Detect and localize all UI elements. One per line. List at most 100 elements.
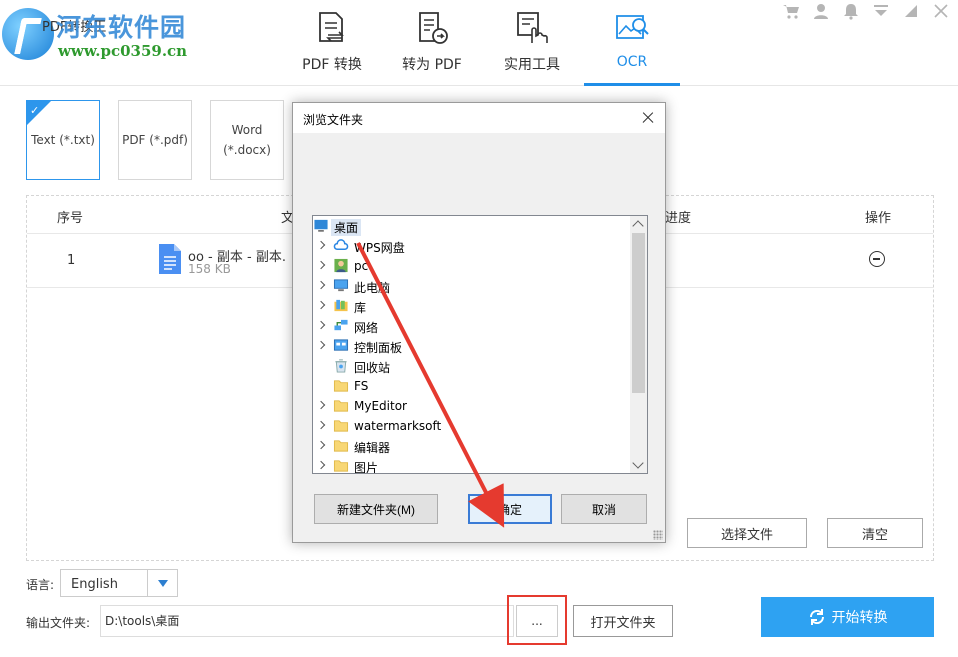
recycle-bin-icon [335,359,347,373]
tree-item[interactable]: watermarksoft [313,416,631,436]
chevron-down-icon[interactable] [147,570,177,596]
remove-icon[interactable] [869,251,885,267]
tree-item[interactable]: 桌面 [313,216,631,236]
start-convert-button[interactable]: 开始转换 [761,597,934,637]
scroll-thumb[interactable] [632,233,645,393]
tree-item[interactable]: 编辑器 [313,436,631,456]
dropdown-menu-icon[interactable] [872,2,890,20]
tree-item-label: 图片 [354,461,379,474]
cancel-button[interactable]: 取消 [561,494,647,524]
tree-item[interactable]: 库 [313,296,631,316]
language-value: English [71,577,118,592]
cloud-icon [333,239,349,250]
chevron-right-icon[interactable] [316,460,326,470]
start-label: 开始转换 [831,610,888,626]
folder-icon [333,440,349,452]
tree-item-label: 此电脑 [354,281,391,295]
select-file-button[interactable]: 选择文件 [687,518,807,548]
tree-item-label: 回收站 [354,361,391,375]
user-icon [334,258,348,273]
tree-item-label: 库 [354,301,367,315]
close-icon[interactable] [932,2,950,20]
chevron-right-icon[interactable] [316,280,326,290]
tree-item-label: WPS网盘 [354,241,405,255]
tools-hand-icon [517,12,548,43]
chevron-right-icon[interactable] [316,440,326,450]
chevron-right-icon[interactable] [316,260,326,270]
resize-grip-icon[interactable] [653,530,663,540]
tree-item[interactable]: WPS网盘 [313,236,631,256]
network-icon [334,319,348,331]
tree-item[interactable]: MyEditor [313,396,631,416]
minimize-icon[interactable] [902,2,920,20]
cart-icon[interactable] [782,2,800,20]
format-label: Word (*.docx) [223,120,271,161]
folder-icon [333,420,349,432]
clear-button[interactable]: 清空 [827,518,923,548]
tree-item[interactable]: pc [313,256,631,276]
file-size: 158 KB [188,262,231,276]
language-select[interactable]: English [60,569,178,597]
dialog-titlebar: 浏览文件夹 [293,103,665,133]
tree-item-label: 编辑器 [354,441,391,455]
format-label: Text (*.txt) [31,132,95,147]
logo: PDF转换王 河东软件园 www.pc0359.cn [0,0,210,80]
chevron-right-icon[interactable] [316,400,326,410]
chevron-right-icon[interactable] [316,300,326,310]
folder-icon [333,380,349,392]
control-panel-icon [333,339,349,351]
tree-item-label: FS [354,379,369,393]
output-folder-input[interactable]: D:\tools\桌面 [100,605,514,637]
tree-item[interactable]: 控制面板 [313,336,631,356]
close-icon[interactable] [637,107,659,129]
chevron-right-icon[interactable] [316,240,326,250]
tree-item[interactable]: FS [313,376,631,396]
watermark-text: 河东软件园 [56,13,187,42]
folder-icon [333,400,349,412]
app-header: PDF转换王 河东软件园 www.pc0359.cn PDF 转换 转为 PDF [0,0,958,86]
highlight-box [507,595,567,645]
window-controls [782,2,950,20]
format-word[interactable]: Word (*.docx) [210,100,284,180]
browse-folder-dialog: 浏览文件夹 桌面 WPS网盘 pc 此电脑库网络控制面板回收站 FS MyEditor wa… [292,102,666,543]
tree-item[interactable]: 网络 [313,316,631,336]
chevron-right-icon[interactable] [316,340,326,350]
tree-item-label: 桌面 [331,219,362,236]
tab-to-pdf[interactable]: 转为 PDF [382,0,482,84]
folder-tree[interactable]: 桌面 WPS网盘 pc 此电脑库网络控制面板回收站 FS MyEditor watermar… [312,215,648,474]
ok-button[interactable]: 确定 [468,494,552,524]
col-progress: 进度 [665,211,692,226]
scrollbar[interactable] [630,216,647,473]
chevron-right-icon[interactable] [316,420,326,430]
watermark-url: www.pc0359.cn [58,42,188,60]
language-label: 语言: [26,578,55,592]
user-icon[interactable] [812,2,830,20]
scroll-down-icon[interactable] [632,457,644,469]
tab-ocr[interactable]: OCR [582,0,682,86]
desktop-icon [314,219,328,232]
new-folder-button[interactable]: 新建文件夹(M) [314,494,438,524]
main-tabs: PDF 转换 转为 PDF 实用工具 OCR [282,0,682,86]
open-folder-button[interactable]: 打开文件夹 [573,605,673,637]
tab-label: PDF 转换 [302,57,362,73]
tree-item[interactable]: 图片 [313,456,631,474]
format-label-line1: Word [231,122,263,137]
tree-item[interactable]: 此电脑 [313,276,631,296]
tree-item-label: 控制面板 [354,341,403,355]
col-action: 操作 [865,211,892,226]
ocr-image-icon [616,15,649,39]
chevron-right-icon[interactable] [316,320,326,330]
bell-icon[interactable] [842,2,860,20]
row-index: 1 [67,253,76,268]
format-text[interactable]: ✓ Text (*.txt) [26,100,100,180]
scroll-up-icon[interactable] [632,220,644,232]
tab-pdf-convert[interactable]: PDF 转换 [282,0,382,84]
computer-icon [333,279,349,292]
to-pdf-icon [419,12,448,44]
check-icon: ✓ [30,104,40,117]
tab-tools[interactable]: 实用工具 [482,0,582,84]
format-pdf[interactable]: PDF (*.pdf) [118,100,192,180]
dialog-title: 浏览文件夹 [303,113,364,127]
tree-item-label: watermarksoft [354,419,442,433]
tree-item[interactable]: 回收站 [313,356,631,376]
